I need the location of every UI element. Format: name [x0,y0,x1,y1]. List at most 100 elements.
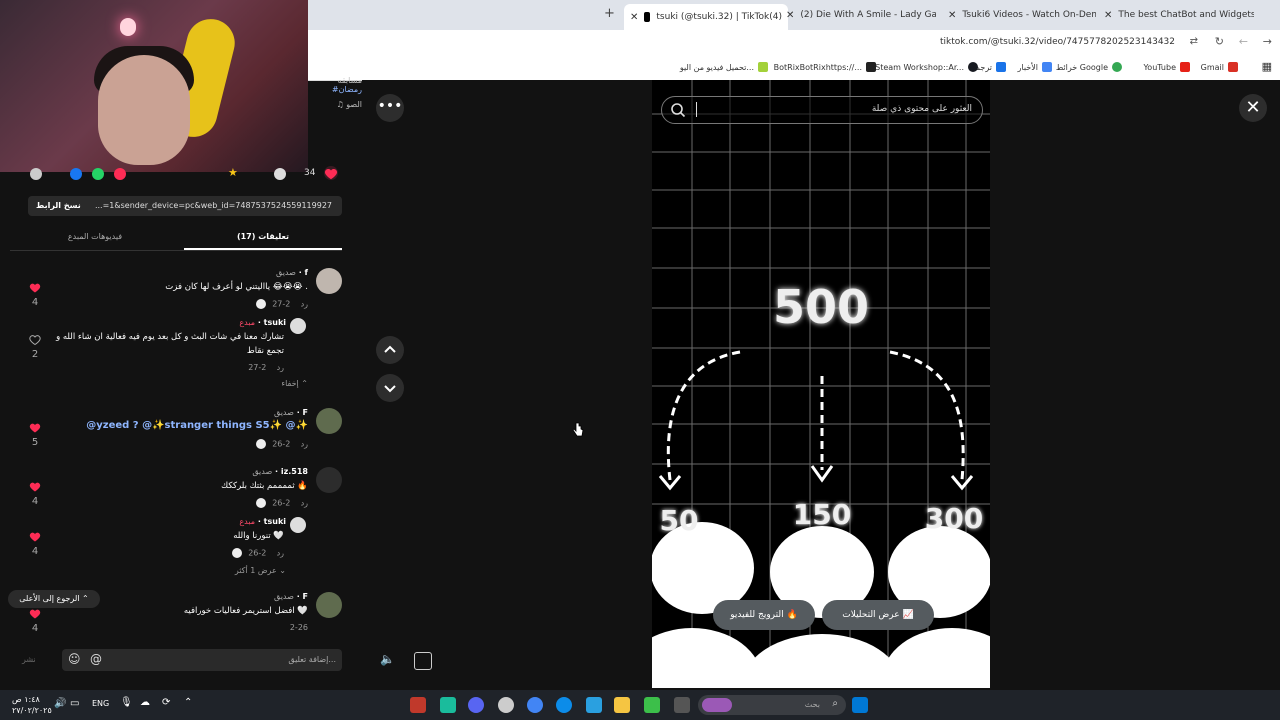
copy-link-button[interactable]: نسخ الرابط [36,201,81,210]
file-explorer-icon[interactable] [614,697,630,713]
comment-like[interactable]: 2 [28,334,42,360]
new-tab-button[interactable]: + [604,6,615,21]
bookmark-steam[interactable]: Steam Workshop::Ar... [875,62,978,72]
cloud-icon[interactable]: ☁ [140,697,150,708]
view-analytics-button[interactable]: عرض التحليلات 📈 [822,600,934,630]
windows-start-icon[interactable] [852,697,868,713]
sync-icon[interactable]: ⟳ [162,697,170,708]
discord-icon[interactable] [468,697,484,713]
chevron-up-icon [384,345,396,353]
promote-video-button[interactable]: الترويج للفيديو 🔥 [713,600,815,630]
chevron-up-tray-icon[interactable]: ⌃ [184,697,192,708]
avatar[interactable] [290,517,306,533]
comment-like[interactable]: 4 [28,531,42,557]
gmail-icon [1228,62,1238,72]
comment-icon[interactable] [274,168,286,180]
related-search-input[interactable]: العثور على محتوى ذي صلة [661,96,983,124]
app-store-icon[interactable] [586,697,602,713]
tab-tiktok[interactable]: ✕ tsuki (@tsuki.32) | TikTok(4) [624,4,788,30]
microphone-icon[interactable]: 🎙 [120,697,133,708]
comment-author[interactable]: صديق · f [276,268,308,277]
tab-kick[interactable]: ✕ Tsuki6 Videos - Watch On-Dem [948,4,1096,26]
more-options-button[interactable]: ••• [376,94,404,122]
like-button[interactable] [324,166,338,180]
favorite-icon[interactable]: ★ [228,166,238,179]
apps-grid-icon[interactable]: ▦ [1262,60,1272,73]
avatar[interactable] [290,318,306,334]
display-icon[interactable]: ▭ [70,698,79,709]
facebook-icon[interactable] [70,168,82,180]
whatsapp-icon[interactable] [92,168,104,180]
bookmark-news[interactable]: الأخبار [1018,62,1052,72]
back-to-top-button[interactable]: الرجوع إلى الأعلى ⌃ [8,590,100,608]
close-tab-icon[interactable]: ✕ [948,10,956,21]
back-icon[interactable]: → [1263,35,1272,48]
site-info-icon[interactable]: ⇄ [1190,36,1198,47]
close-tab-icon[interactable]: ✕ [630,12,638,23]
close-tab-icon[interactable]: ✕ [786,10,794,21]
bookmark-downloader[interactable]: تحميل فيديو من اليو... [680,62,768,72]
streamer-face [98,55,190,165]
amount-300: 300 [924,502,984,535]
url-text[interactable]: tiktok.com/@tsuki.32/video/7475778202523… [940,37,1175,47]
close-tab-icon[interactable]: ✕ [1104,10,1112,21]
comment-author[interactable]: صديق · F [274,592,308,601]
next-video-button[interactable] [376,374,404,402]
share-link-row: نسخ الرابط ...=1&sender_device=pc&web_id… [28,196,342,216]
comment-text: تشارك معنا في شات البث و كل بعد يوم فيه … [56,332,284,342]
downloader-icon [758,62,768,72]
task-view-icon[interactable] [674,697,690,713]
comment-like[interactable]: 4 [28,608,42,632]
reload-icon[interactable]: ↻ [1215,35,1224,48]
like-count: 4 [31,546,39,557]
comment-like[interactable]: 4 [28,282,42,308]
tab-youtube[interactable]: ✕ (2) Die With A Smile - Lady Gag [786,4,936,26]
settings-gear-icon[interactable] [498,697,514,713]
speaker-icon[interactable]: 🔊 [54,698,66,709]
tab-creator-videos[interactable]: فيديوهات المبدع [10,226,180,248]
avatar[interactable] [316,592,342,618]
system-clock[interactable]: ١:٤٨ ص ٢٧/٠٢/٢٠٢٥ [12,694,52,716]
previous-video-button[interactable] [376,336,404,364]
chrome-icon[interactable] [527,697,543,713]
tab-chatbot[interactable]: ✕ The best ChatBot and Widgets [1104,4,1254,26]
bookmark-gmail[interactable]: Gmail [1201,62,1238,72]
edge-icon[interactable] [556,697,572,713]
forward-icon[interactable]: ← [1239,35,1248,48]
mention-icon[interactable]: @ [90,652,102,666]
app-icon[interactable] [440,697,456,713]
news-icon [1042,62,1052,72]
app-icon-green[interactable] [644,697,660,713]
volume-icon[interactable]: 🔈 [380,652,398,670]
hide-replies-button[interactable]: إخفاء ⌃ [281,379,308,388]
emoji-icon[interactable]: ☺ [68,652,81,666]
view-more-replies-button[interactable]: عرض 1 أكثر ⌄ [235,566,286,575]
search-icon[interactable] [670,102,686,118]
avatar[interactable] [316,467,342,493]
bookmark-youtube[interactable]: YouTube [1143,62,1190,72]
comment-author[interactable]: مبدع · tsuki [239,318,286,327]
post-button[interactable]: نشر [22,655,36,664]
comment-author[interactable]: صديق · F [274,408,308,417]
comment-author[interactable]: مبدع · tsuki [239,517,286,526]
close-video-button[interactable]: ✕ [1239,94,1267,122]
picture-in-picture-icon[interactable] [414,652,432,670]
maps-icon [1112,62,1122,72]
comment-author[interactable]: صديق · iz.518 [252,467,308,476]
language-indicator[interactable]: ENG [92,699,109,708]
video-player[interactable]: 500 50 150 300 [652,80,990,688]
share-icon[interactable] [114,168,126,180]
embed-icon[interactable] [30,168,42,180]
bookmark-maps[interactable]: خرائط Google [1056,62,1122,72]
comment-input[interactable]: إضافة تعليق... ☺ @ [62,649,342,671]
heart-icon [324,168,338,180]
bookmark-botrix[interactable]: BotRixBotRixhttps://... [774,62,876,72]
tab-comments[interactable]: (17) تعليقات [184,226,342,250]
avatar[interactable] [316,408,342,434]
avatar[interactable] [316,268,342,294]
comment-like[interactable]: 4 [28,481,42,507]
comment-like[interactable]: 5 [28,422,42,448]
taskbar-search[interactable]: بحث ⌕ [698,695,846,715]
heart-icon [29,482,41,492]
recording-app-icon[interactable] [410,697,426,713]
